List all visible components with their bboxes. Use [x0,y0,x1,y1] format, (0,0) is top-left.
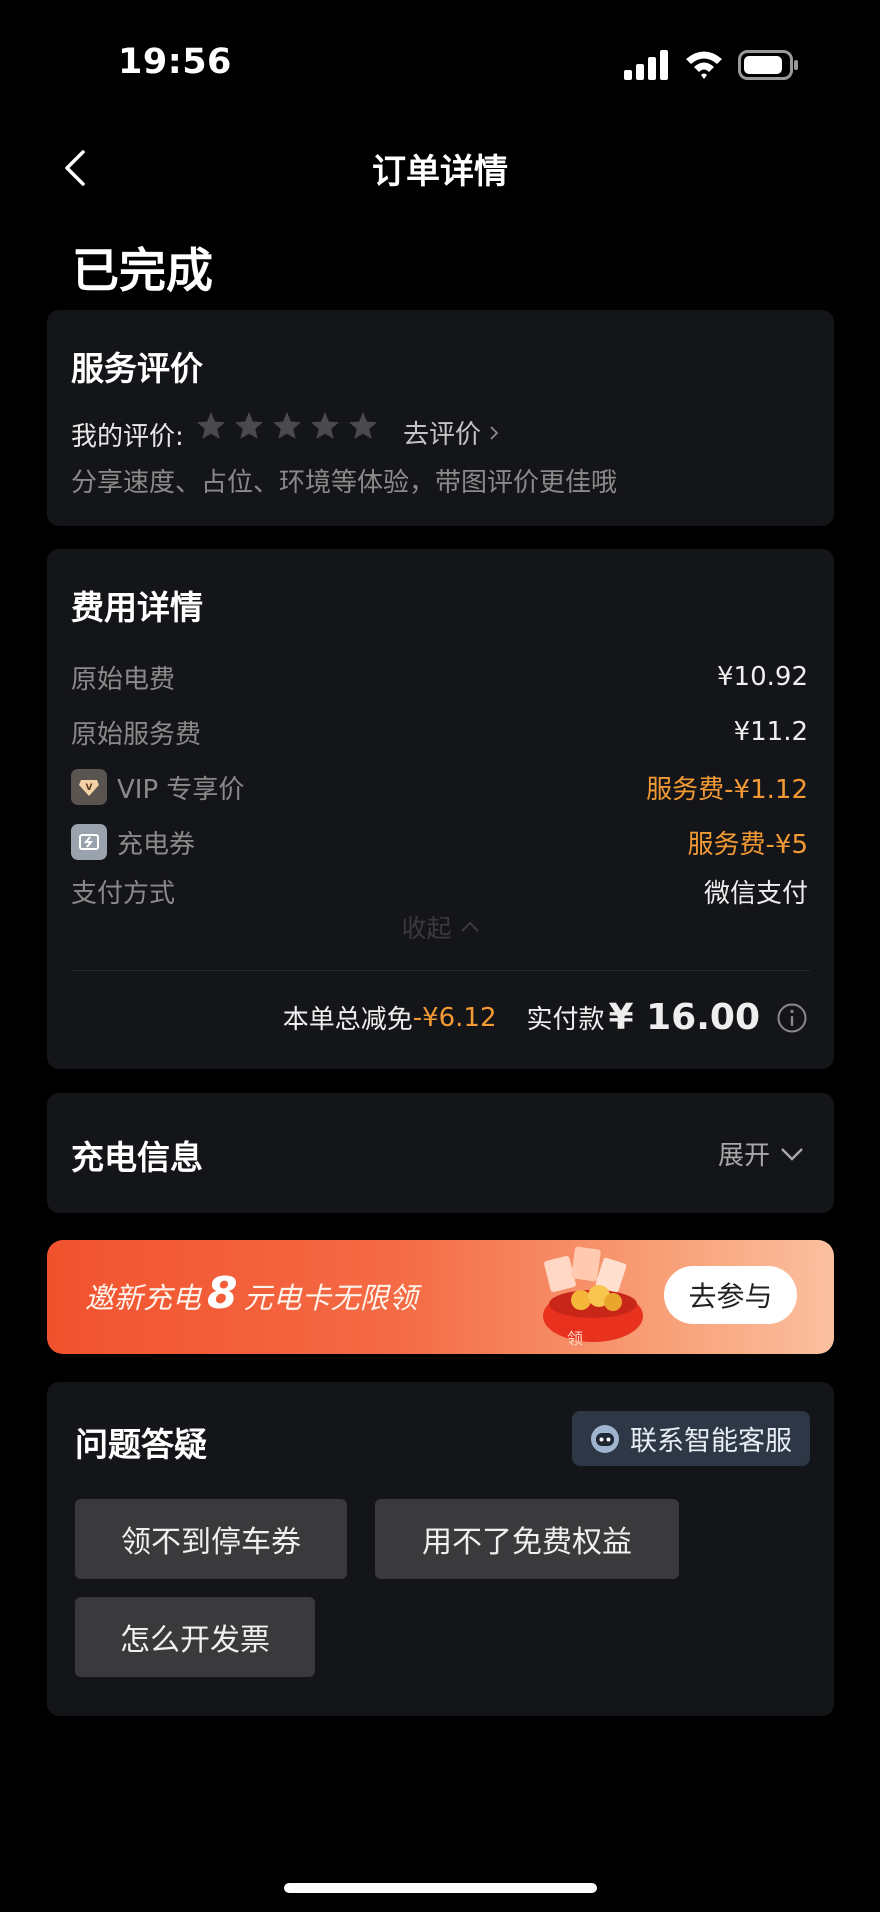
total-row: 本单总减免 -¥6.12 实付款 ¥ 16.00 [283,997,808,1038]
svg-text:V: V [86,783,93,793]
robot-icon [591,1424,619,1453]
page-title: 订单详情 [372,152,508,192]
banner-text-suffix: 元电卡无限领 [243,1281,418,1315]
order-detail-page: 19:56 订单详情 已完成 服务评价 我的评价: 去评价 分享速度、占位、环境… [0,0,880,1912]
review-card: 服务评价 我的评价: 去评价 分享速度、占位、环境等体验，带图评价更佳哦 [47,310,834,526]
total-discount-value: -¥6.12 [412,1002,497,1033]
my-review-label: 我的评价: [71,422,184,452]
fee-details-card: 费用详情 原始电费 ¥10.92 原始服务费 ¥11.2 V VIP 专享价 服… [47,549,834,1069]
status-time: 19:56 [118,42,232,82]
total-discount-label: 本单总减免 [282,1005,413,1035]
fee-row-service: 原始服务费 ¥11.2 [71,712,808,752]
contact-service-button[interactable]: 联系智能客服 [572,1411,810,1466]
faq-card: 问题答疑 联系智能客服 领不到停车券 用不了免费权益 怎么开发票 [47,1382,834,1716]
expand-button[interactable]: 展开 [718,1135,804,1172]
fee-label-vip: V VIP 专享价 [71,769,244,806]
fee-label-coupon: 充电券 [71,824,195,861]
expand-label: 展开 [717,1141,770,1171]
chevron-down-icon [781,1147,803,1161]
faq-title: 问题答疑 [75,1425,207,1464]
fee-value: ¥11.2 [733,717,808,747]
gift-box-icon: 领 [543,1246,643,1348]
contact-service-label: 联系智能客服 [630,1426,792,1457]
go-review-link[interactable]: 去评价 [403,414,499,451]
chevron-right-icon [490,425,499,440]
status-bar: 19:56 [0,0,880,120]
review-title: 服务评价 [71,349,203,388]
fee-label: 原始电费 [71,664,176,695]
coupon-label: 充电券 [117,829,196,860]
battery-icon [738,50,798,80]
fee-row-vip: V VIP 专享价 服务费-¥1.12 [71,767,808,807]
invite-banner[interactable]: 邀新充电 8 元电卡无限领 领 去参与 [47,1240,834,1354]
collapse-button[interactable]: 收起 [47,909,834,945]
star-icon[interactable] [309,410,341,442]
banner-amount: 8 [207,1268,238,1319]
star-icon[interactable] [271,410,303,442]
fee-details-title: 费用详情 [71,588,203,627]
star-icon[interactable] [233,410,265,442]
fee-value-vip: 服务费-¥1.12 [646,774,808,805]
chevron-up-icon [460,921,479,932]
fee-row-coupon: 充电券 服务费-¥5 [71,822,808,862]
fee-value: ¥10.92 [717,662,808,692]
fee-value-coupon: 服务费-¥5 [687,829,808,860]
divider [71,970,810,971]
wifi-icon [686,51,722,79]
svg-text:领: 领 [567,1329,583,1348]
vip-label: VIP 专享价 [117,774,245,805]
star-icon[interactable] [347,410,379,442]
fee-row-payment: 支付方式 微信支付 [71,871,808,911]
star-rating[interactable] [195,410,379,442]
join-button[interactable]: 去参与 [664,1266,797,1324]
review-hint: 分享速度、占位、环境等体验，带图评价更佳哦 [71,468,618,498]
banner-text: 邀新充电 8 元电卡无限领 [85,1268,418,1319]
paid-amount: ¥ 16.00 [608,997,760,1038]
faq-chip-invoice[interactable]: 怎么开发票 [75,1597,315,1677]
faq-chip-parking-coupon[interactable]: 领不到停车券 [75,1499,347,1579]
charging-info-card[interactable]: 充电信息 展开 [47,1093,834,1213]
star-icon[interactable] [195,410,227,442]
charging-info-title: 充电信息 [71,1138,203,1177]
order-status: 已完成 [72,244,213,299]
paid-label: 实付款 [526,1005,605,1035]
go-review-label: 去评价 [403,420,482,450]
coupon-icon [71,824,107,860]
faq-chip-free-benefits[interactable]: 用不了免费权益 [375,1499,679,1579]
fee-label: 支付方式 [71,878,176,909]
home-indicator[interactable] [284,1883,597,1893]
cellular-signal-icon [624,50,668,80]
fee-row-electricity: 原始电费 ¥10.92 [71,657,808,697]
collapse-label: 收起 [401,914,452,943]
banner-text-prefix: 邀新充电 [85,1281,202,1315]
fee-label: 原始服务费 [71,719,202,750]
fee-value: 微信支付 [703,878,808,909]
info-icon[interactable] [776,1002,808,1034]
vip-icon: V [71,769,107,805]
